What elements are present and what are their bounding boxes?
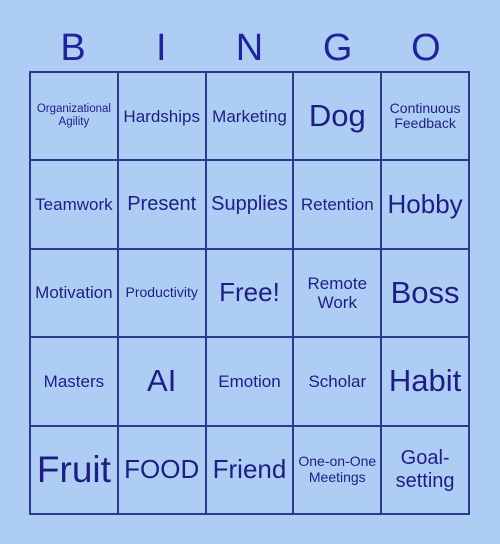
bingo-cell-label: Motivation <box>35 283 113 303</box>
bingo-cell-label: Supplies <box>211 193 288 216</box>
bingo-cell-label: Habit <box>388 363 462 399</box>
bingo-cell-g2[interactable]: Retention <box>294 161 383 250</box>
bingo-cell-o4[interactable]: Habit <box>382 338 470 427</box>
bingo-cell-label: AI <box>147 363 177 399</box>
bingo-cell-label: Free! <box>219 277 280 308</box>
bingo-cell-label: Continuous Feedback <box>389 99 461 132</box>
bingo-cell-i2[interactable]: Present <box>118 161 207 250</box>
bingo-header-letter-n: N <box>235 26 264 69</box>
bingo-cell-label: Teamwork <box>35 195 113 215</box>
bingo-header-letter-b: B <box>60 26 86 69</box>
bingo-cell-label: Hardships <box>123 106 200 126</box>
bingo-cell-n5[interactable]: Friend <box>206 426 295 515</box>
bingo-cell-i5[interactable]: FOOD <box>118 426 207 515</box>
bingo-cell-label: Remote Work <box>307 273 368 312</box>
bingo-cell-label: FOOD <box>124 454 200 485</box>
bingo-cell-label: Dog <box>308 97 366 133</box>
bingo-cell-o3[interactable]: Boss <box>382 249 470 339</box>
bingo-grid: Organizational Agility Hardships Marketi… <box>29 71 470 515</box>
bingo-cell-g1[interactable]: Dog <box>294 73 383 162</box>
bingo-cell-i1[interactable]: Hardships <box>118 73 207 162</box>
bingo-cell-label: Friend <box>212 454 287 485</box>
bingo-header-row: B I N G O <box>29 24 470 71</box>
bingo-cell-n2[interactable]: Supplies <box>206 161 295 250</box>
bingo-cell-o2[interactable]: Hobby <box>382 161 470 250</box>
bingo-cell-b4[interactable]: Masters <box>31 338 119 427</box>
bingo-cell-o1[interactable]: Continuous Feedback <box>382 73 470 162</box>
bingo-cell-label: Organizational Agility <box>36 103 111 129</box>
bingo-cell-o5[interactable]: Goal-setting <box>382 426 470 515</box>
bingo-cell-label: Goal-setting <box>395 447 455 492</box>
bingo-cell-b1[interactable]: Organizational Agility <box>31 73 119 162</box>
bingo-cell-label: Marketing <box>212 106 287 126</box>
bingo-cell-label: Hobby <box>387 189 463 220</box>
bingo-cell-label: Emotion <box>218 371 281 391</box>
bingo-cell-label: Fruit <box>36 449 111 491</box>
bingo-cell-n1[interactable]: Marketing <box>206 73 295 162</box>
bingo-cell-label: Productivity <box>125 284 198 301</box>
bingo-cell-n4[interactable]: Emotion <box>206 338 295 427</box>
bingo-cell-i4[interactable]: AI <box>118 338 207 427</box>
bingo-cell-label: Retention <box>300 195 374 215</box>
bingo-card: B I N G O Organizational Agility Hardshi… <box>0 0 500 544</box>
bingo-cell-label: Masters <box>43 371 105 391</box>
bingo-cell-b3[interactable]: Motivation <box>31 249 119 339</box>
bingo-cell-label: Scholar <box>308 371 367 391</box>
bingo-cell-g4[interactable]: Scholar <box>294 338 383 427</box>
bingo-cell-free-space[interactable]: Free! <box>206 249 295 339</box>
bingo-cell-label: Boss <box>390 274 460 310</box>
bingo-header-letter-g: G <box>322 26 353 69</box>
bingo-cell-label: Present <box>127 193 197 216</box>
bingo-cell-b2[interactable]: Teamwork <box>31 161 119 250</box>
bingo-header-letter-i: I <box>156 26 167 69</box>
bingo-cell-b5[interactable]: Fruit <box>31 426 119 515</box>
bingo-cell-i3[interactable]: Productivity <box>118 249 207 339</box>
bingo-cell-label: One-on-One Meetings <box>298 453 377 485</box>
bingo-cell-g5[interactable]: One-on-One Meetings <box>294 426 383 515</box>
bingo-cell-g3[interactable]: Remote Work <box>294 249 383 339</box>
bingo-header-letter-o: O <box>411 26 441 69</box>
